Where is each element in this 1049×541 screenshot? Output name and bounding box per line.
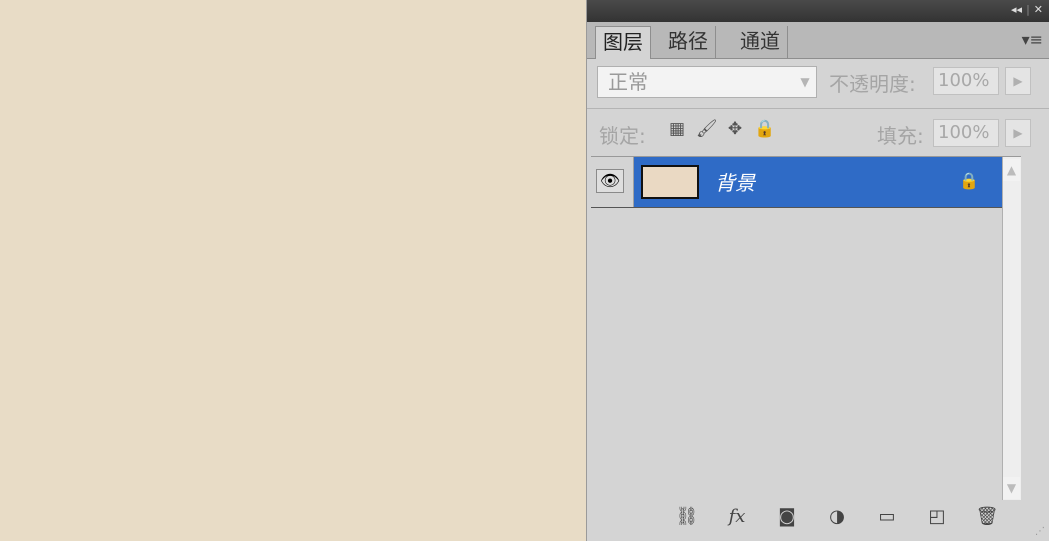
- layers-list: 👁 背景 🔒 ▲ ▼: [591, 156, 1021, 502]
- fill-value: 100%: [938, 122, 990, 143]
- layer-row[interactable]: 👁 背景 🔒: [591, 157, 1017, 208]
- tab-channels[interactable]: 通道: [733, 26, 788, 58]
- visibility-cell[interactable]: 👁: [591, 157, 634, 207]
- fill-label: 填充:: [877, 124, 924, 148]
- opacity-label: 不透明度:: [829, 72, 916, 96]
- fill-input[interactable]: 100%: [933, 119, 999, 147]
- panel-menu-icon[interactable]: ▾≡: [1022, 30, 1043, 49]
- collapse-icon[interactable]: ◂◂: [1011, 3, 1022, 16]
- new-layer-icon[interactable]: ◰: [921, 506, 953, 527]
- trash-icon[interactable]: 🗑: [971, 506, 1003, 527]
- panel-tabs: 图层 路径 通道 ▾≡: [587, 22, 1049, 59]
- lock-position-move-icon[interactable]: ✥: [725, 119, 745, 139]
- link-icon[interactable]: ⛓: [671, 506, 703, 527]
- document-canvas[interactable]: [0, 0, 586, 541]
- blend-mode-select[interactable]: 正常 ▼: [597, 66, 817, 98]
- scroll-down-icon[interactable]: ▼: [1003, 477, 1020, 499]
- chevron-down-icon[interactable]: ▼: [794, 67, 816, 97]
- close-icon[interactable]: ✕: [1034, 3, 1043, 16]
- layer-name[interactable]: 背景: [715, 167, 755, 196]
- titlebar-separator: |: [1026, 3, 1030, 16]
- resize-grip-icon[interactable]: ⋰: [1035, 526, 1045, 537]
- layer-lock-icon: 🔒: [959, 171, 979, 190]
- mask-icon[interactable]: ◙: [771, 506, 803, 527]
- divider: [587, 108, 1049, 109]
- tab-layers[interactable]: 图层: [595, 26, 651, 59]
- lock-all-icon[interactable]: 🔒: [754, 119, 775, 139]
- layers-scrollbar[interactable]: ▲ ▼: [1002, 157, 1021, 501]
- layer-thumbnail: [641, 165, 699, 199]
- panel-titlebar: ◂◂ | ✕: [587, 0, 1049, 22]
- blend-mode-value: 正常: [608, 70, 648, 94]
- opacity-slider-button[interactable]: ▶: [1005, 67, 1031, 95]
- fx-icon[interactable]: fx: [721, 506, 753, 527]
- lock-icons-group: ▦ 🖌 ✥ 🔒: [667, 119, 775, 139]
- scroll-up-icon[interactable]: ▲: [1003, 159, 1020, 181]
- lock-transparent-icon[interactable]: ▦: [667, 119, 687, 139]
- eye-icon[interactable]: 👁: [596, 169, 624, 193]
- opacity-input[interactable]: 100%: [933, 67, 999, 95]
- fill-slider-button[interactable]: ▶: [1005, 119, 1031, 147]
- opacity-value: 100%: [938, 70, 990, 91]
- tab-paths[interactable]: 路径: [661, 26, 716, 58]
- lock-label: 锁定:: [599, 124, 646, 148]
- panel-footer: ⛓ fx ◙ ◑ ▭ ◰ 🗑 ⋰: [587, 500, 1049, 541]
- folder-icon[interactable]: ▭: [871, 506, 903, 527]
- layers-panel: ◂◂ | ✕ 图层 路径 通道 ▾≡ 正常 ▼ 不透明度: 100% ▶ 锁定:…: [586, 0, 1049, 541]
- lock-image-brush-icon[interactable]: 🖌: [696, 119, 718, 139]
- adjustment-icon[interactable]: ◑: [821, 506, 853, 527]
